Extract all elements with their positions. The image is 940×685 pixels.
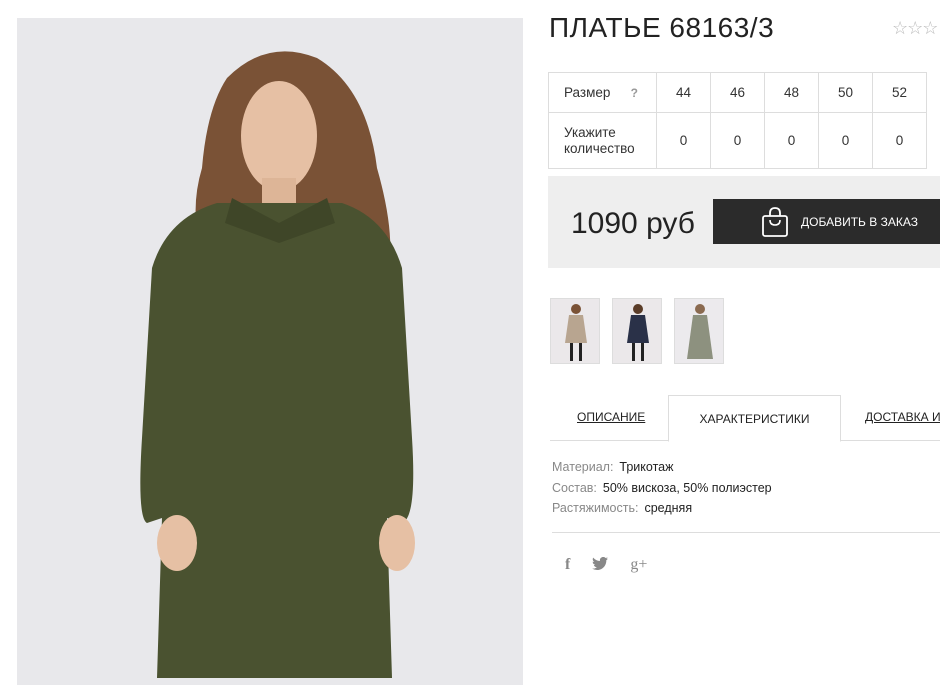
property-value: 50% вискоза, 50% полиэстер [602, 480, 772, 495]
star-outline-icon[interactable]: ☆☆☆ [892, 18, 938, 38]
size-cell: 44 [656, 72, 711, 113]
property-key: Материал: [552, 460, 614, 474]
rating-stars[interactable]: ☆☆☆ [892, 18, 938, 39]
characteristics-list: Материал: Трикотаж Состав: 50% вискоза, 50… [552, 457, 772, 519]
twitter-icon[interactable] [592, 556, 609, 573]
social-share: f g+ [565, 556, 647, 574]
quantity-input[interactable]: 0 [710, 112, 765, 169]
property-key: Растяжимость: [552, 501, 639, 515]
quantity-label-line2: количество [564, 140, 635, 156]
add-to-order-label: ДОБАВИТЬ В ЗАКАЗ [801, 214, 918, 229]
product-tabs: ОПИСАНИЕ ХАРАКТЕРИСТИКИ ДОСТАВКА И [550, 395, 940, 442]
property-row: Состав: 50% вискоза, 50% полиэстер [552, 478, 772, 499]
size-quantity-table: Размер ? 44 46 48 50 52 Укажите количест… [548, 72, 927, 169]
help-icon[interactable]: ? [631, 85, 638, 101]
size-cell: 48 [764, 72, 819, 113]
size-label-cell: Размер ? [548, 72, 657, 113]
property-row: Материал: Трикотаж [552, 457, 772, 478]
tab-description[interactable]: ОПИСАНИЕ [577, 395, 645, 439]
google-plus-icon[interactable]: g+ [630, 556, 647, 574]
tab-characteristics[interactable]: ХАРАКТЕРИСТИКИ [668, 395, 841, 442]
quantity-label-line1: Укажите [564, 124, 616, 140]
divider [552, 532, 940, 533]
size-cell: 52 [872, 72, 927, 113]
quantity-input[interactable]: 0 [764, 112, 819, 169]
tab-delivery[interactable]: ДОСТАВКА И [865, 395, 940, 439]
product-main-image[interactable] [17, 18, 523, 685]
thumbnail-beige[interactable] [550, 298, 600, 364]
thumbnail-gallery [550, 298, 724, 364]
property-value: Трикотаж [619, 460, 674, 474]
add-to-order-button[interactable]: ДОБАВИТЬ В ЗАКАЗ [713, 199, 940, 244]
quantity-input[interactable]: 0 [818, 112, 873, 169]
quantity-input[interactable]: 0 [656, 112, 711, 169]
size-cell: 46 [710, 72, 765, 113]
size-cell: 50 [818, 72, 873, 113]
property-row: Растяжимость: средняя [552, 498, 772, 519]
quantity-input[interactable]: 0 [872, 112, 927, 169]
property-key: Состав: [552, 480, 597, 495]
price-box: 1090 руб ДОБАВИТЬ В ЗАКАЗ [548, 176, 940, 268]
facebook-icon[interactable]: f [565, 556, 570, 574]
thumbnail-navy[interactable] [612, 298, 662, 364]
product-title: ПЛАТЬЕ 68163/3 [549, 12, 775, 43]
quantity-label-cell: Укажите количество [548, 112, 657, 169]
property-value: средняя [644, 501, 693, 515]
shopping-bag-icon [762, 206, 788, 237]
size-label: Размер [564, 84, 611, 100]
thumbnail-grey[interactable] [674, 298, 724, 364]
price: 1090 руб [571, 207, 695, 240]
